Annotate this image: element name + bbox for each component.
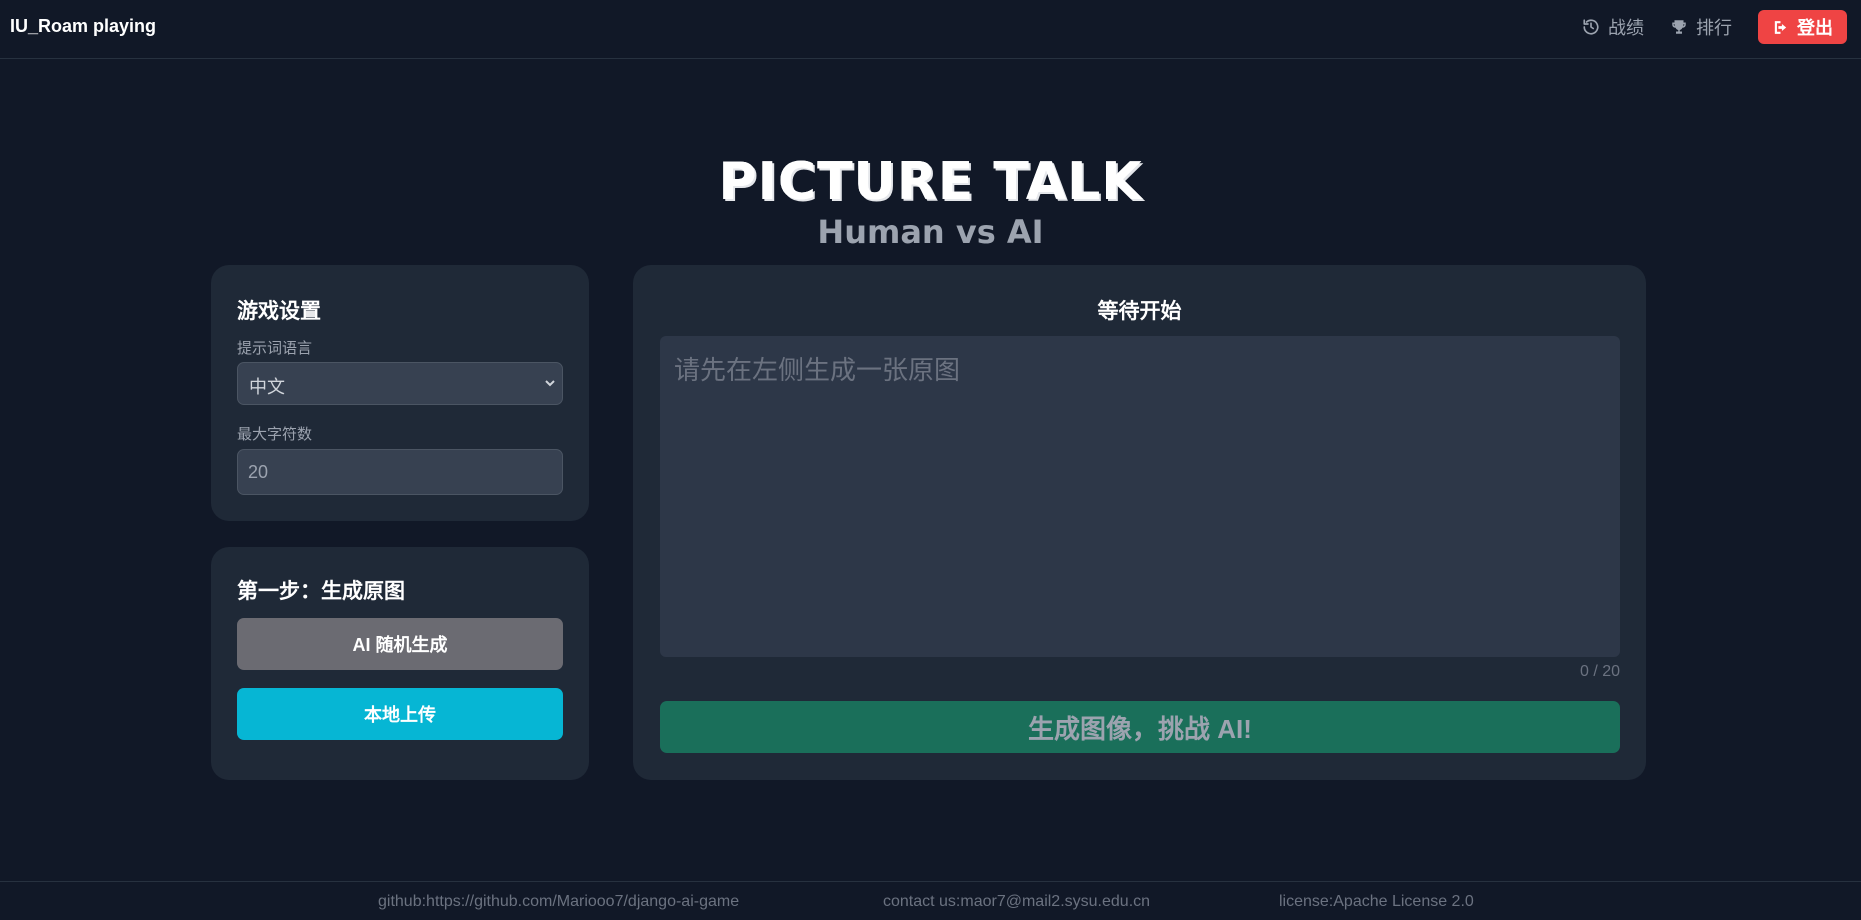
nav-link-history[interactable]: 战绩 [1582, 14, 1644, 40]
generate-image-button[interactable]: 生成图像，挑战 AI! [660, 701, 1620, 753]
ai-random-generate-button[interactable]: AI 随机生成 [237, 618, 563, 670]
nav-link-history-label: 战绩 [1608, 18, 1644, 38]
game-settings-panel: 游戏设置 提示词语言 中文 最大字符数 20 [211, 265, 589, 521]
max-chars-value: 20 [248, 462, 269, 482]
language-select[interactable]: 中文 [237, 362, 563, 405]
hero-title: PICTURE TALK [718, 152, 1143, 212]
language-select-value: 中文 [249, 377, 285, 397]
char-counter: 0 / 20 [1579, 663, 1620, 680]
brand-name[interactable]: IU_Roam playing [10, 16, 156, 37]
prompt-placeholder: 请先在左侧生成一张原图 [674, 355, 961, 385]
top-navbar: IU_Roam playing 战绩 排行 登出 [0, 0, 1861, 59]
footer-github-link[interactable]: github:https://github.com/Mariooo7/djang… [378, 893, 739, 911]
prompt-textarea[interactable]: 请先在左侧生成一张原图 [660, 336, 1620, 657]
logout-label: 登出 [1797, 18, 1833, 38]
settings-title: 游戏设置 [237, 300, 321, 323]
local-upload-button[interactable]: 本地上传 [237, 688, 563, 740]
max-chars-input[interactable]: 20 [237, 449, 563, 495]
nav-right-group: 战绩 排行 登出 [1582, 10, 1847, 44]
chevron-down-icon [545, 380, 555, 387]
logout-button[interactable]: 登出 [1758, 10, 1847, 44]
step1-title: 第一步：生成原图 [237, 580, 405, 603]
language-label: 提示词语言 [237, 340, 313, 357]
footer-license: license:Apache License 2.0 [1279, 893, 1474, 910]
hero-subtitle: Human vs AI [817, 213, 1044, 251]
footer-contact[interactable]: contact us:maor7@mail2.sysu.edu.cn [883, 893, 1150, 911]
nav-link-ranking-label: 排行 [1696, 18, 1732, 38]
trophy-icon [1672, 20, 1686, 34]
max-chars-label: 最大字符数 [237, 426, 313, 443]
main-game-panel: 等待开始 请先在左侧生成一张原图 0 / 20 生成图像，挑战 AI! [633, 265, 1646, 780]
footer: github:https://github.com/Mariooo7/djang… [0, 881, 1861, 920]
history-icon [1583, 19, 1599, 35]
step1-panel: 第一步：生成原图 AI 随机生成 本地上传 [211, 547, 589, 780]
status-title: 等待开始 [1097, 300, 1182, 323]
nav-link-ranking[interactable]: 排行 [1670, 14, 1732, 40]
logout-icon [1774, 20, 1787, 34]
